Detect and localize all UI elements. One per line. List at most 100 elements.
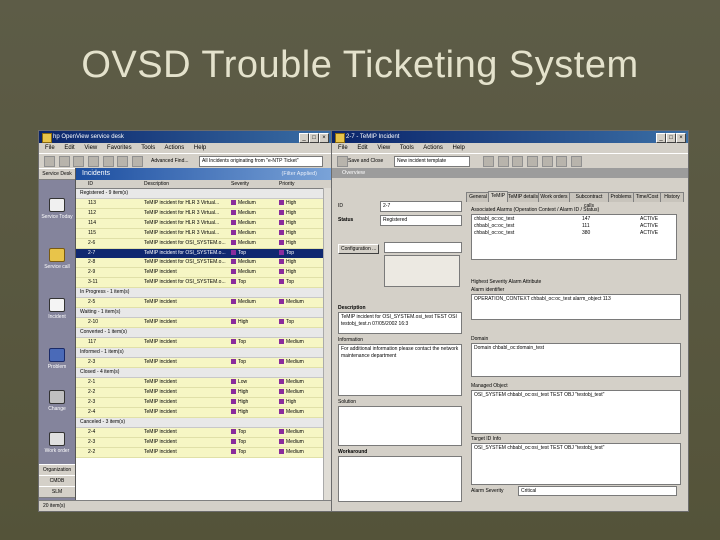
sidebar-item-problem[interactable]: Problem bbox=[39, 348, 75, 370]
advanced-find-button[interactable]: Advanced Find... bbox=[151, 154, 189, 168]
solution-field[interactable] bbox=[338, 406, 462, 446]
down-arrow-icon[interactable] bbox=[556, 156, 568, 167]
up-arrow-icon[interactable] bbox=[541, 156, 553, 167]
incident-row[interactable]: 2-4 TeMIP incident High Medium bbox=[76, 408, 331, 418]
maximize-icon[interactable]: □ bbox=[666, 133, 676, 143]
binoculars-icon[interactable] bbox=[527, 156, 539, 167]
incident-row[interactable]: 2-5 TeMIP incident Medium Medium bbox=[76, 298, 331, 308]
print-icon[interactable] bbox=[483, 156, 494, 167]
menu-edit[interactable]: Edit bbox=[64, 145, 74, 151]
maximize-icon[interactable]: □ bbox=[309, 133, 319, 143]
workaround-field[interactable] bbox=[338, 456, 462, 502]
menu-favorites[interactable]: Favorites bbox=[107, 145, 132, 151]
delete-icon[interactable] bbox=[88, 156, 100, 167]
new-icon[interactable] bbox=[73, 156, 85, 167]
incident-row[interactable]: 2-3 TeMIP incident High High bbox=[76, 398, 331, 408]
status-field[interactable]: Registered bbox=[380, 215, 462, 226]
alarm-identifier-field[interactable]: OPERATION_CONTEXT chbabl_oc:oc_test alar… bbox=[471, 294, 681, 320]
query-combo[interactable]: All Incidents originating from "e-NTP Ti… bbox=[199, 156, 323, 167]
refresh-icon[interactable] bbox=[117, 156, 129, 167]
sidebar-slm[interactable]: SLM bbox=[39, 486, 75, 498]
incident-row[interactable]: 115 TeMIP incident for HLR 3 Virtual... Me… bbox=[76, 229, 331, 239]
information-field[interactable]: For additional information please contac… bbox=[338, 344, 462, 396]
minimize-icon[interactable]: _ bbox=[299, 133, 309, 143]
group-row[interactable]: Canceled - 3 item(s) bbox=[76, 418, 331, 428]
target-id-field[interactable]: OSI_SYSTEM chbabl_oc:osi_test TEST OBJ "… bbox=[471, 443, 681, 485]
col-description[interactable]: Description bbox=[144, 180, 169, 188]
back-icon[interactable] bbox=[44, 156, 55, 167]
incident-row[interactable]: 2-10 TeMIP incident High Top bbox=[76, 318, 331, 328]
menu-view[interactable]: View bbox=[377, 145, 390, 151]
template-combo[interactable]: New incident template bbox=[394, 156, 470, 167]
close-icon[interactable]: × bbox=[676, 133, 686, 143]
incident-row[interactable]: 2-3 TeMIP incident Top Medium bbox=[76, 438, 331, 448]
sidebar-header-service-desk[interactable]: Service Desk bbox=[39, 168, 75, 180]
menu-help[interactable]: Help bbox=[194, 145, 206, 151]
close-icon[interactable]: × bbox=[319, 133, 329, 143]
group-row[interactable]: Informed - 1 item(s) bbox=[76, 348, 331, 358]
menu-tools[interactable]: Tools bbox=[400, 145, 414, 151]
sidebar-item-incident[interactable]: Incident bbox=[39, 298, 75, 320]
sidebar-item-service-today[interactable]: Service Today bbox=[39, 198, 75, 220]
incident-row[interactable]: 117 TeMIP incident Top Medium bbox=[76, 338, 331, 348]
tab-history[interactable]: History bbox=[660, 192, 684, 202]
help-icon[interactable] bbox=[571, 156, 583, 167]
tab-temip-details[interactable]: TeMIP details bbox=[507, 192, 539, 202]
forward-icon[interactable] bbox=[58, 156, 70, 167]
alarm-row[interactable]: chbabl_oc:oc_test 147 ACTIVE bbox=[472, 216, 676, 223]
filter-applied-label[interactable]: (Filter Applied) bbox=[282, 168, 317, 180]
configuration-field[interactable] bbox=[384, 242, 462, 253]
description-field[interactable]: TeMIP incident for OSI_SYSTEM.osi_test T… bbox=[338, 312, 462, 334]
menu-edit[interactable]: Edit bbox=[357, 145, 367, 151]
col-id[interactable]: ID bbox=[88, 180, 93, 188]
incident-row[interactable]: 114 TeMIP incident for HLR 3 Virtual... Me… bbox=[76, 219, 331, 229]
vertical-scrollbar[interactable] bbox=[323, 188, 331, 501]
menu-file[interactable]: File bbox=[45, 145, 55, 151]
incident-row[interactable]: 112 TeMIP incident for HLR 3 Virtual... Me… bbox=[76, 209, 331, 219]
group-row[interactable]: Closed - 4 item(s) bbox=[76, 368, 331, 378]
save-close-button[interactable]: Save and Close bbox=[348, 154, 383, 168]
incident-row[interactable]: 2-4 TeMIP incident Top Medium bbox=[76, 428, 331, 438]
attach-icon[interactable] bbox=[497, 156, 509, 167]
save-icon[interactable] bbox=[337, 156, 348, 167]
tab-problems[interactable]: Problems bbox=[608, 192, 634, 202]
print-icon[interactable] bbox=[102, 156, 114, 167]
selected-incident-row[interactable]: 2-7 TeMIP incident for OSI_SYSTEM.o... Top… bbox=[76, 249, 331, 258]
tab-general[interactable]: General bbox=[466, 192, 490, 202]
group-row[interactable]: Waiting - 1 item(s) bbox=[76, 308, 331, 318]
alarm-severity-field[interactable]: Critical bbox=[518, 486, 677, 496]
sidebar-item-work-order[interactable]: Work order bbox=[39, 432, 75, 454]
tab-time-cost[interactable]: Time/Cost bbox=[633, 192, 661, 202]
minimize-icon[interactable]: _ bbox=[656, 133, 666, 143]
incident-row[interactable]: 3-11 TeMIP incident for OSI_SYSTEM.o... To… bbox=[76, 278, 331, 288]
alarm-row[interactable]: chbabl_oc:oc_test 111 ACTIVE bbox=[472, 223, 676, 230]
incident-row[interactable]: 2-2 TeMIP incident High Medium bbox=[76, 388, 331, 398]
incident-row[interactable]: 2-6 TeMIP incident for OSI_SYSTEM.o... Med… bbox=[76, 239, 331, 249]
group-row[interactable]: In Progress - 1 item(s) bbox=[76, 288, 331, 298]
incident-row[interactable]: 2-3 TeMIP incident Top Medium bbox=[76, 358, 331, 368]
id-field[interactable]: 2-7 bbox=[380, 201, 462, 212]
sidebar-item-service-call[interactable]: Service call bbox=[39, 248, 75, 270]
configuration-button[interactable]: Configuration ... bbox=[338, 244, 380, 254]
menu-tools[interactable]: Tools bbox=[141, 145, 155, 151]
menu-actions[interactable]: Actions bbox=[165, 145, 185, 151]
col-priority[interactable]: Priority bbox=[279, 180, 295, 188]
incident-row[interactable]: 2-9 TeMIP incident Medium High bbox=[76, 268, 331, 278]
group-row[interactable]: Converted - 1 item(s) bbox=[76, 328, 331, 338]
incident-row[interactable]: 2-8 TeMIP incident for OSI_SYSTEM.o... Med… bbox=[76, 258, 331, 268]
managed-object-field[interactable]: OSI_SYSTEM chbabl_oc:osi_test TEST OBJ "… bbox=[471, 390, 681, 434]
incident-row[interactable]: 113 TeMIP incident for HLR 3 Virtual... Me… bbox=[76, 199, 331, 209]
group-row[interactable]: Registered - 9 item(s) bbox=[76, 189, 331, 199]
tab-temip[interactable]: TeMIP bbox=[488, 191, 508, 202]
alarm-row[interactable]: chbabl_oc:oc_test 380 ACTIVE bbox=[472, 230, 676, 237]
incident-row[interactable]: 2-1 TeMIP incident Low Medium bbox=[76, 378, 331, 388]
search-icon[interactable] bbox=[512, 156, 524, 167]
tab-subcontract-calls[interactable]: Subcontract calls bbox=[569, 192, 609, 209]
col-severity[interactable]: Severity bbox=[231, 180, 249, 188]
menu-view[interactable]: View bbox=[84, 145, 97, 151]
menu-actions[interactable]: Actions bbox=[423, 145, 443, 151]
find-icon[interactable] bbox=[132, 156, 144, 167]
menu-help[interactable]: Help bbox=[453, 145, 465, 151]
tab-work-orders[interactable]: Work orders bbox=[538, 192, 570, 202]
domain-field[interactable]: Domain chbabl_oc:domain_test bbox=[471, 343, 681, 377]
